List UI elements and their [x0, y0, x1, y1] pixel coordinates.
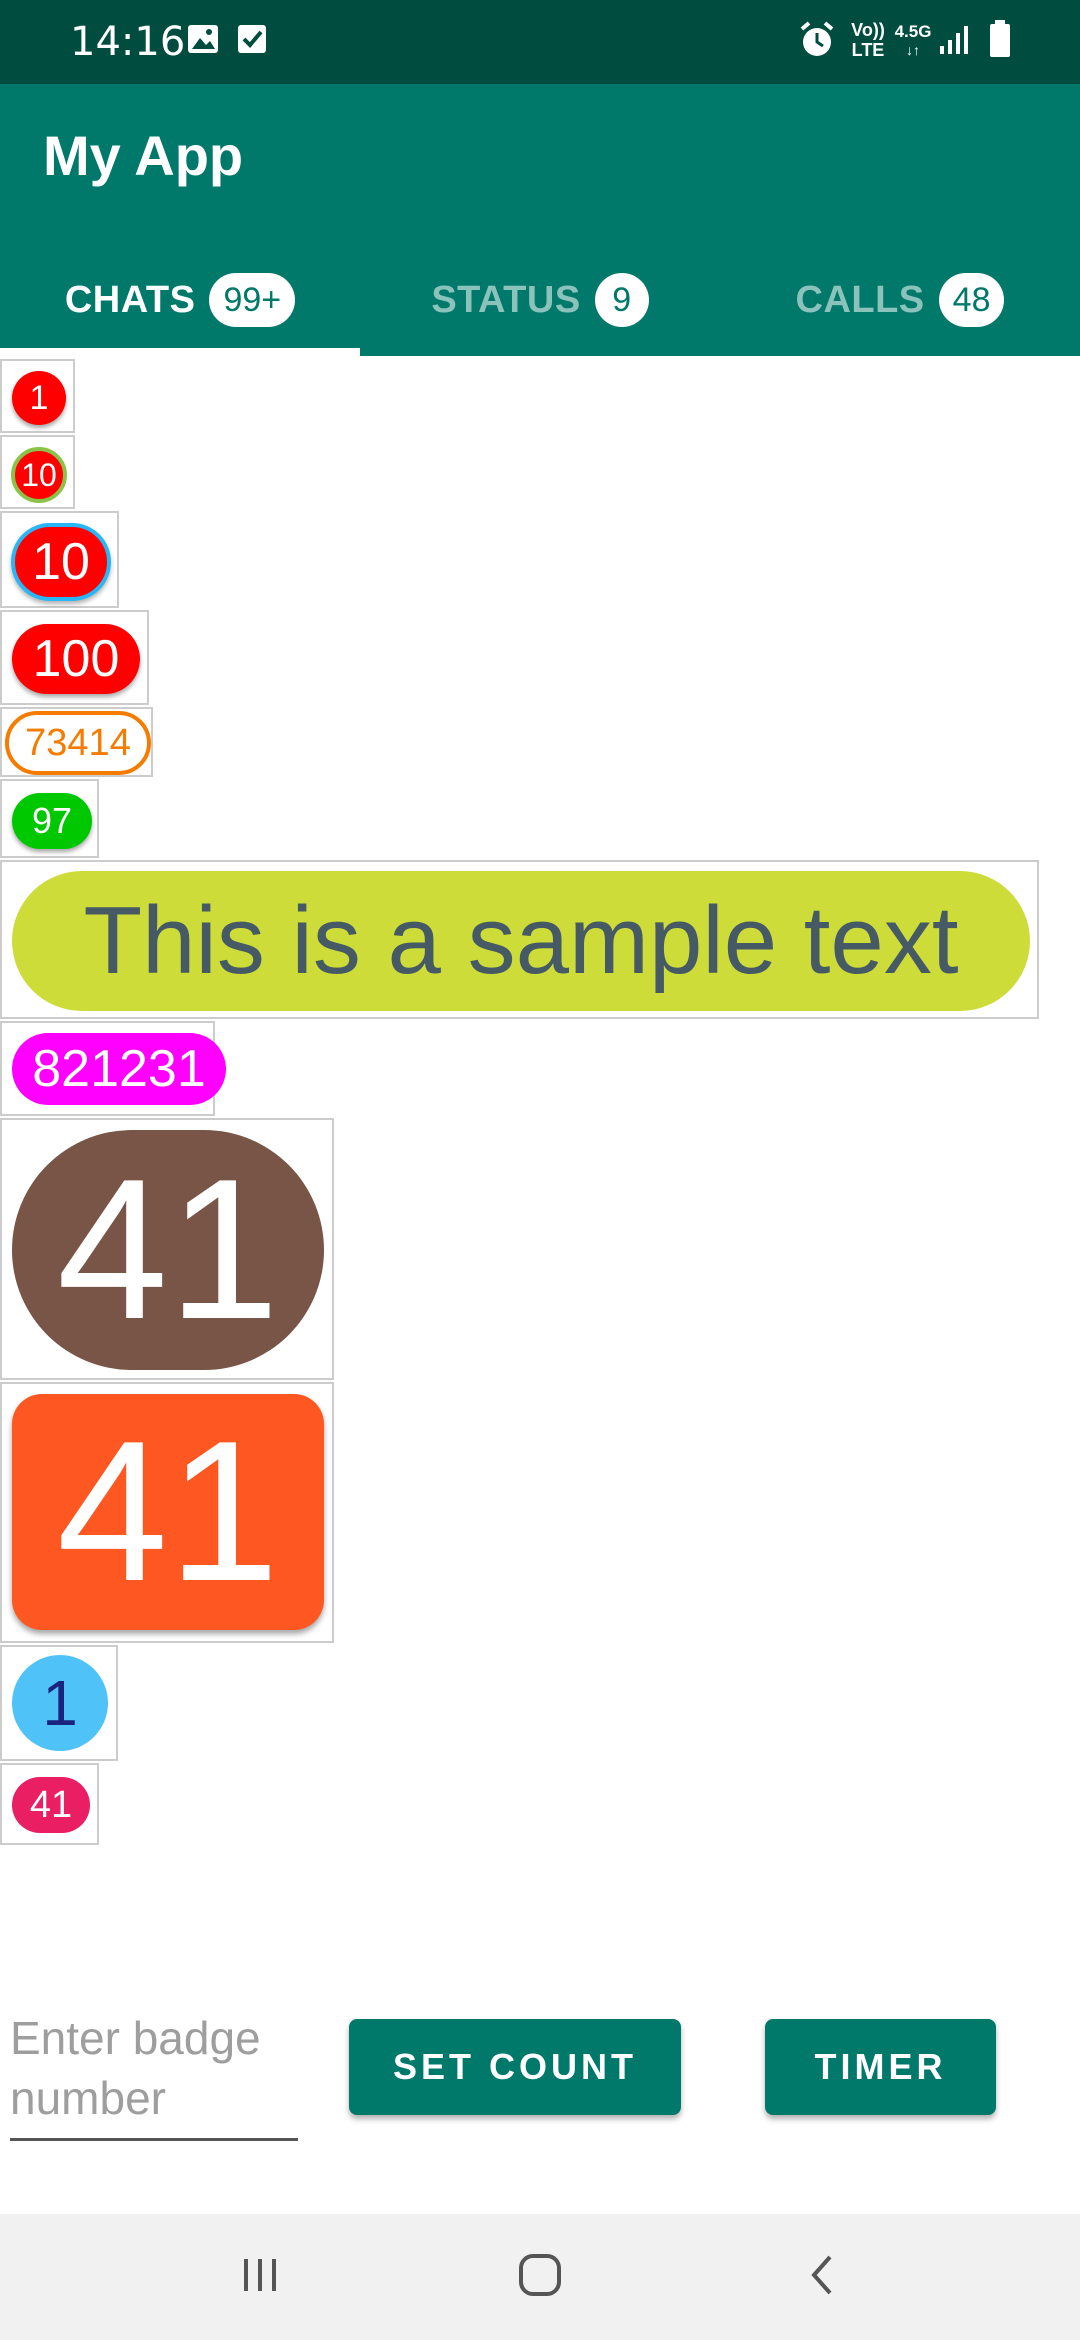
- badge-number-input[interactable]: [10, 2008, 298, 2138]
- network-label: 4.5G: [894, 22, 932, 41]
- recents-button[interactable]: [200, 2232, 320, 2322]
- badge-cell: 73414: [0, 707, 153, 777]
- badge-cell: 41: [0, 1382, 334, 1643]
- badge-cell: 97: [0, 779, 99, 858]
- badge-cell: 1: [0, 359, 75, 433]
- tab-chats-badge: 99+: [209, 273, 296, 327]
- alarm-icon: [798, 20, 836, 65]
- badge-cell: 10: [0, 435, 75, 509]
- home-icon: [516, 2251, 564, 2304]
- data-arrows-icon: ↓↑: [906, 42, 920, 58]
- volte-label-top: Vo)): [851, 20, 885, 40]
- status-time: 14:16: [70, 19, 186, 65]
- set-count-button[interactable]: SET COUNT: [349, 2019, 681, 2115]
- volte-icon: Vo)) LTE: [848, 20, 888, 60]
- badge-cell: 41: [0, 1763, 99, 1845]
- tab-calls-label: CALLS: [795, 278, 925, 321]
- badge-10: 41: [12, 1394, 324, 1630]
- tab-status-badge: 9: [594, 273, 649, 327]
- tab-chats[interactable]: CHATS 99+: [0, 244, 360, 356]
- back-icon: [800, 2251, 844, 2304]
- badge-cell: 10: [0, 511, 119, 608]
- badge-3: 10: [11, 523, 111, 601]
- badge-cell: 821231: [0, 1021, 226, 1116]
- recents-icon: [238, 2253, 282, 2302]
- badge-11: 1: [12, 1655, 108, 1751]
- tab-status[interactable]: STATUS 9: [360, 244, 720, 356]
- tab-indicator: [0, 348, 360, 356]
- home-button[interactable]: [480, 2232, 600, 2322]
- signal-icon: [938, 24, 970, 61]
- app-title: My App: [43, 124, 244, 187]
- badge-6: 97: [12, 793, 92, 849]
- badge-12: 41: [12, 1777, 90, 1833]
- badge-4: 100: [12, 624, 140, 694]
- badge-number-field: [10, 2008, 298, 2141]
- volte-label-bottom: LTE: [851, 40, 885, 60]
- status-bar: 14:16 Vo)) LTE 4.5G ↓↑: [0, 0, 1080, 84]
- badge-2: 10: [11, 447, 67, 503]
- app-bar: My App CHATS 99+ STATUS 9 CALLS 48: [0, 84, 1080, 356]
- badge-9: 41: [12, 1130, 324, 1370]
- image-icon: [186, 22, 220, 61]
- timer-button[interactable]: TIMER: [765, 2019, 996, 2115]
- tab-status-label: STATUS: [431, 278, 581, 321]
- tab-chats-label: CHATS: [64, 278, 196, 321]
- navigation-bar: [0, 2214, 1080, 2340]
- badge-cell: This is a sample text: [0, 860, 1039, 1019]
- badge-cell: 100: [0, 610, 149, 705]
- network-4.5g-icon: 4.5G ↓↑: [893, 22, 933, 58]
- back-button[interactable]: [762, 2232, 882, 2322]
- badge-8: 821231: [12, 1033, 226, 1105]
- battery-icon: [988, 20, 1012, 63]
- badge-cell: 41: [0, 1118, 334, 1380]
- checkbox-icon: [236, 22, 270, 61]
- badge-7: This is a sample text: [12, 871, 1030, 1011]
- tab-calls-badge: 48: [938, 273, 1005, 327]
- badge-cell: 1: [0, 1645, 118, 1761]
- badge-1: 1: [12, 371, 66, 425]
- badge-5: 73414: [5, 711, 151, 775]
- tab-calls[interactable]: CALLS 48: [720, 244, 1080, 356]
- tab-bar: CHATS 99+ STATUS 9 CALLS 48: [0, 244, 1080, 356]
